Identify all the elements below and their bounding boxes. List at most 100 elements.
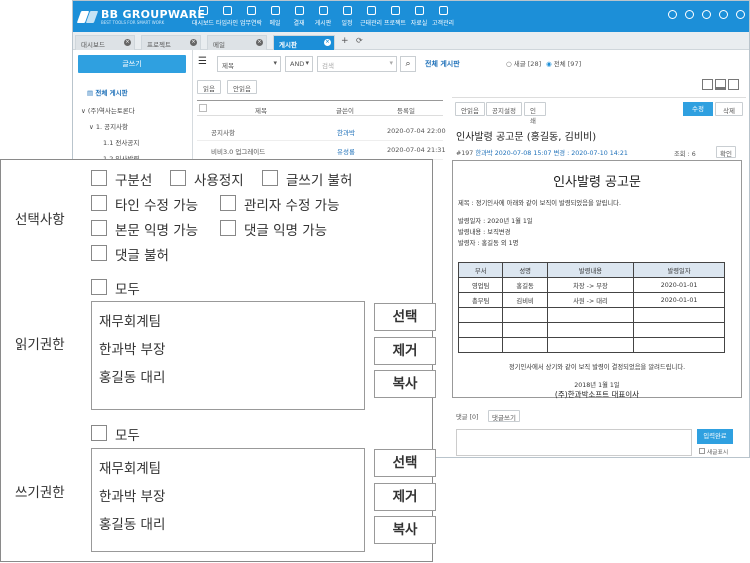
- org-chart-icon[interactable]: [685, 10, 694, 19]
- post-changed: 변경 : 2020-07-10 14:21: [553, 150, 628, 157]
- notice-setting-button[interactable]: 공지설정: [486, 102, 522, 116]
- search-input[interactable]: 검색: [317, 56, 397, 72]
- option-anon-comment-checkbox[interactable]: [220, 220, 236, 236]
- mark-unread-button[interactable]: 안읽음: [455, 102, 485, 116]
- write-select-button[interactable]: 선택: [374, 449, 436, 477]
- home-icon[interactable]: [668, 10, 677, 19]
- attendance-icon: [366, 6, 376, 15]
- sidebar-item-label: 전체 게시판: [95, 89, 128, 97]
- read-copy-button[interactable]: 복사: [374, 370, 436, 398]
- write-remove-button[interactable]: 제거: [374, 483, 436, 511]
- read-members-list[interactable]: 재무회계팀 한과박 부장 홍길동 대리: [91, 301, 365, 410]
- print-button[interactable]: 인쇄: [524, 102, 546, 125]
- read-all-checkbox[interactable]: [91, 279, 107, 295]
- option-no-comment-checkbox[interactable]: [91, 245, 107, 261]
- edit-button[interactable]: 수정: [683, 102, 713, 116]
- filter-all[interactable]: ◉ 전체 [97]: [546, 58, 581, 68]
- add-tab-icon[interactable]: +: [341, 36, 349, 46]
- nav-item-label: 자료실: [410, 20, 428, 27]
- list-item[interactable]: 홍길동 대리: [99, 366, 165, 386]
- print-icon[interactable]: [702, 10, 711, 19]
- layout-horizontal-icon[interactable]: [715, 79, 726, 90]
- sidebar-item-all-boards[interactable]: ▤ 전체 게시판: [87, 87, 128, 97]
- confirm-button[interactable]: 확인: [716, 146, 736, 158]
- gear-icon[interactable]: [736, 10, 745, 19]
- nav-item-9[interactable]: 자료실: [407, 4, 431, 27]
- filter-new[interactable]: ○ 새글 [28]: [506, 58, 541, 68]
- write-copy-button[interactable]: 복사: [374, 516, 436, 544]
- archive-icon: [414, 6, 424, 15]
- option-admin-edit-checkbox[interactable]: [220, 195, 236, 211]
- layout-split-icon[interactable]: [702, 79, 713, 90]
- read-all-label: 모두: [115, 282, 140, 298]
- nav-item-1[interactable]: 타임라인: [215, 4, 239, 27]
- nav-item-6[interactable]: 일정: [335, 4, 359, 27]
- list-item[interactable]: 한과박 부장: [99, 338, 165, 358]
- write-all-checkbox[interactable]: [91, 425, 107, 441]
- write-permission-label: 쓰기권한: [15, 485, 65, 501]
- refresh-icon[interactable]: ⟳: [356, 36, 363, 45]
- read-select-button[interactable]: 선택: [374, 303, 436, 331]
- power-icon[interactable]: [719, 10, 728, 19]
- list-item[interactable]: 재무회계팀: [99, 457, 161, 477]
- tab-project[interactable]: 프로젝트 ×: [141, 35, 201, 50]
- table-row[interactable]: 비비3.0 업그레이드 유성룡 2020-07-04 21:31: [197, 141, 446, 160]
- close-icon[interactable]: ×: [324, 39, 331, 46]
- board-settings-panel: 선택사항 구분선 사용정지 글쓰기 불허 타인 수정 가능 관리자 수정 가능 …: [0, 159, 436, 562]
- nav-item-7[interactable]: 근태관리: [359, 4, 383, 27]
- comment-input[interactable]: [456, 429, 692, 456]
- read-button[interactable]: 읽음: [197, 80, 221, 94]
- list-item[interactable]: 재무회계팀: [99, 310, 161, 330]
- filter-all-label: 전체 [97]: [553, 60, 582, 68]
- write-members-list[interactable]: 재무회계팀 한과박 부장 홍길동 대리: [91, 448, 365, 552]
- tab-mail[interactable]: 메일 ×: [207, 35, 267, 50]
- write-button[interactable]: 글쓰기: [78, 55, 186, 73]
- nav-item-10[interactable]: 고객관리: [431, 4, 455, 27]
- sidebar-item-company[interactable]: ∨ (주)역사는토론다: [81, 105, 135, 115]
- nav-item-label: 메일: [269, 20, 281, 27]
- option-divider-checkbox[interactable]: [91, 170, 107, 186]
- sidebar-item-company-notice[interactable]: 1.1 전사공지: [103, 137, 139, 147]
- tab-dashboard[interactable]: 대시보드 ×: [75, 35, 135, 50]
- new-post-flag[interactable]: 새글표시: [699, 447, 728, 456]
- menu-icon[interactable]: ☰: [198, 57, 210, 69]
- option-others-edit-checkbox[interactable]: [91, 195, 107, 211]
- nav-item-0[interactable]: 대시보드: [191, 4, 215, 27]
- option-disable-checkbox[interactable]: [170, 170, 186, 186]
- layout-single-icon[interactable]: [728, 79, 739, 90]
- close-icon[interactable]: ×: [256, 39, 263, 46]
- header-dept: 부서: [457, 262, 504, 278]
- close-icon[interactable]: ×: [124, 39, 131, 46]
- table-row: [457, 337, 725, 353]
- close-icon[interactable]: ×: [190, 39, 197, 46]
- delete-button[interactable]: 삭제: [715, 102, 743, 116]
- search-field-select[interactable]: 제목: [217, 56, 281, 72]
- nav-item-5[interactable]: 게시판: [311, 4, 335, 27]
- table-row[interactable]: 공지사항 한과박 2020-07-04 22:00: [197, 122, 446, 141]
- option-label: 구분선: [115, 173, 153, 189]
- search-icon[interactable]: ⌕: [400, 56, 416, 72]
- unread-button[interactable]: 안읽음: [227, 80, 257, 94]
- tab-board[interactable]: 게시판 ×: [273, 35, 335, 50]
- read-remove-button[interactable]: 제거: [374, 337, 436, 365]
- option-no-write-checkbox[interactable]: [262, 170, 278, 186]
- cell: 2020-01-01: [633, 292, 725, 308]
- nav-item-2[interactable]: 업무연락: [239, 4, 263, 27]
- search-operator-select[interactable]: AND: [285, 56, 313, 72]
- top-nav: 대시보드 타임라인 업무연락 메일 결재 게시판 일정 근태관리 프로젝트 자료실 고객관리: [191, 4, 455, 27]
- sidebar-item-notice[interactable]: ∨ 1. 공지사항: [89, 121, 128, 131]
- nav-item-8[interactable]: 프로젝트: [383, 4, 407, 27]
- comment-write-button[interactable]: 댓글쓰기: [488, 410, 520, 422]
- document-signature: (주)한과박소프트 대표이사: [554, 390, 640, 399]
- option-anon-body-checkbox[interactable]: [91, 220, 107, 236]
- select-all-checkbox[interactable]: [199, 104, 207, 112]
- submit-comment-button[interactable]: 입력완료: [697, 429, 733, 444]
- header-change: 발령내용: [546, 262, 635, 278]
- top-right-icons: [668, 10, 745, 19]
- post-title: 인사발령 공고문 (홍길동, 김비비): [456, 132, 597, 143]
- nav-item-3[interactable]: 메일: [263, 4, 287, 27]
- nav-item-4[interactable]: 결재: [287, 4, 311, 27]
- option-label: 사용정지: [194, 173, 244, 189]
- list-item[interactable]: 한과박 부장: [99, 485, 165, 505]
- list-item[interactable]: 홍길동 대리: [99, 513, 165, 533]
